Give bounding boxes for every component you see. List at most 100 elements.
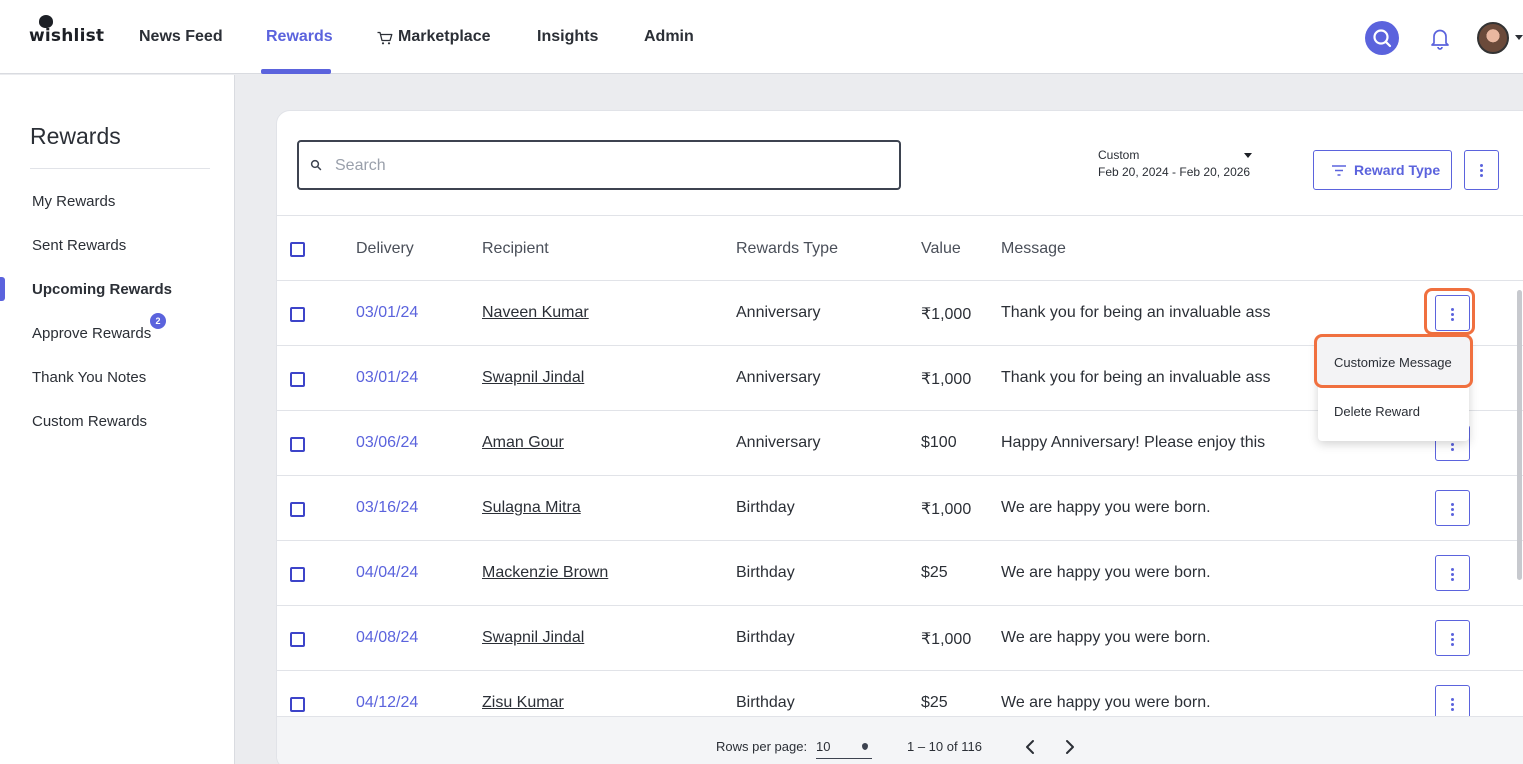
recipient-link[interactable]: Zisu Kumar xyxy=(482,694,564,712)
row-checkbox[interactable] xyxy=(290,307,305,322)
value-cell: ₹1,000 xyxy=(921,371,972,388)
delivery-date[interactable]: 04/08/24 xyxy=(356,629,418,647)
chevron-left-icon[interactable] xyxy=(1018,735,1042,759)
table-row[interactable]: 04/04/24 Mackenzie Brown Birthday $25 We… xyxy=(277,541,1523,606)
more-vert-icon xyxy=(1480,164,1483,167)
value-cell: ₹1,000 xyxy=(921,501,972,518)
nav-news-feed[interactable]: News Feed xyxy=(139,0,223,74)
row-actions-highlight xyxy=(1424,288,1475,335)
sidebar-active-indicator xyxy=(0,277,5,301)
select-caret-icon xyxy=(862,743,868,750)
menu-item-delete-reward[interactable]: Delete Reward xyxy=(1334,404,1420,419)
row-checkbox[interactable] xyxy=(290,372,305,387)
bell-icon[interactable] xyxy=(1429,26,1451,50)
date-filter-range[interactable]: Feb 20, 2024 - Feb 20, 2026 xyxy=(1098,165,1250,179)
delivery-date[interactable]: 03/16/24 xyxy=(356,499,418,517)
nav-active-indicator xyxy=(261,69,331,74)
column-header-rewards-type[interactable]: Rewards Type xyxy=(736,240,838,258)
column-header-delivery[interactable]: Delivery xyxy=(356,240,414,258)
search-input[interactable] xyxy=(335,154,875,178)
recipient-link[interactable]: Swapnil Jindal xyxy=(482,369,584,387)
row-checkbox[interactable] xyxy=(290,437,305,452)
message-cell: We are happy you were born. xyxy=(1001,694,1211,711)
recipient-link[interactable]: Sulagna Mitra xyxy=(482,499,581,517)
table-row[interactable]: 04/08/24 Swapnil Jindal Birthday ₹1,000 … xyxy=(277,606,1523,671)
reward-type-cell: Birthday xyxy=(736,564,795,581)
sidebar: Rewards My Rewards Sent Rewards Upcoming… xyxy=(0,75,235,764)
nav-admin[interactable]: Admin xyxy=(644,0,694,74)
more-vert-icon-dot xyxy=(1480,169,1483,172)
sidebar-item-thank-you-notes[interactable]: Thank You Notes xyxy=(32,369,146,386)
delivery-date[interactable]: 04/04/24 xyxy=(356,564,418,582)
page-range-info: 1 – 10 of 116 xyxy=(907,739,982,754)
sidebar-item-sent-rewards[interactable]: Sent Rewards xyxy=(32,237,126,254)
date-filter-label[interactable]: Custom xyxy=(1098,148,1139,162)
select-all-checkbox[interactable] xyxy=(290,242,305,257)
menu-item-customize-message[interactable]: Customize Message xyxy=(1314,334,1473,388)
reward-type-cell: Birthday xyxy=(736,499,795,516)
reward-type-cell: Anniversary xyxy=(736,304,821,321)
column-header-recipient[interactable]: Recipient xyxy=(482,240,549,258)
table-row[interactable]: 03/16/24 Sulagna Mitra Birthday ₹1,000 W… xyxy=(277,476,1523,541)
value-cell: $100 xyxy=(921,434,957,451)
row-actions-button[interactable] xyxy=(1435,555,1470,591)
table-pagination: Rows per page: 10 1 – 10 of 116 xyxy=(277,716,1523,764)
logo-text: wishlist xyxy=(29,26,105,46)
value-cell: ₹1,000 xyxy=(921,631,972,648)
rows-per-page-label: Rows per page: xyxy=(716,739,808,754)
message-cell: We are happy you were born. xyxy=(1001,564,1211,581)
row-checkbox[interactable] xyxy=(290,502,305,517)
search-icon xyxy=(1373,29,1392,48)
chevron-right-icon[interactable] xyxy=(1058,735,1082,759)
delivery-date[interactable]: 03/06/24 xyxy=(356,434,418,452)
more-vert-icon xyxy=(1451,503,1454,506)
scrollbar[interactable] xyxy=(1517,290,1522,580)
delivery-date[interactable]: 03/01/24 xyxy=(356,369,418,387)
chevron-down-icon[interactable] xyxy=(1515,35,1523,40)
more-options-button[interactable] xyxy=(1464,150,1499,190)
search-field[interactable] xyxy=(297,140,901,190)
avatar[interactable] xyxy=(1477,22,1509,54)
value-cell: ₹1,000 xyxy=(921,306,972,323)
recipient-link[interactable]: Naveen Kumar xyxy=(482,304,589,322)
column-header-message[interactable]: Message xyxy=(1001,240,1066,258)
row-actions-button[interactable] xyxy=(1435,490,1470,526)
row-actions-button[interactable] xyxy=(1435,620,1470,656)
cart-icon xyxy=(377,31,393,45)
recipient-link[interactable]: Aman Gour xyxy=(482,434,564,452)
row-checkbox[interactable] xyxy=(290,632,305,647)
menu-item-label: Customize Message xyxy=(1334,355,1452,370)
wishlist-logo[interactable]: wishlist xyxy=(29,14,104,48)
delivery-date[interactable]: 04/12/24 xyxy=(356,694,418,712)
sidebar-title: Rewards xyxy=(30,123,121,149)
more-vert-icon xyxy=(1451,633,1454,636)
sidebar-item-upcoming-rewards[interactable]: Upcoming Rewards xyxy=(32,281,172,298)
sidebar-item-custom-rewards[interactable]: Custom Rewards xyxy=(32,413,147,430)
nav-marketplace[interactable]: Marketplace xyxy=(398,0,491,74)
delivery-date[interactable]: 03/01/24 xyxy=(356,304,418,322)
sidebar-item-my-rewards[interactable]: My Rewards xyxy=(32,193,115,210)
more-vert-icon-dot xyxy=(1451,513,1454,516)
row-checkbox[interactable] xyxy=(290,567,305,582)
more-vert-icon-dot xyxy=(1451,578,1454,581)
date-dropdown-caret-icon[interactable] xyxy=(1244,153,1252,158)
nav-rewards[interactable]: Rewards xyxy=(266,0,333,74)
recipient-link[interactable]: Mackenzie Brown xyxy=(482,564,608,582)
rows-per-page-select[interactable]: 10 xyxy=(816,735,872,759)
filter-icon xyxy=(1332,165,1346,176)
reward-type-cell: Birthday xyxy=(736,694,795,711)
more-vert-icon-dot xyxy=(1451,443,1454,446)
row-checkbox[interactable] xyxy=(290,697,305,712)
nav-insights[interactable]: Insights xyxy=(537,0,598,74)
recipient-link[interactable]: Swapnil Jindal xyxy=(482,629,584,647)
global-search-button[interactable] xyxy=(1365,21,1399,55)
more-vert-icon-dot xyxy=(1451,643,1454,646)
reward-type-button[interactable]: Reward Type xyxy=(1313,150,1452,190)
column-header-value[interactable]: Value xyxy=(921,240,961,258)
sidebar-item-approve-rewards[interactable]: Approve Rewards xyxy=(32,325,151,342)
reward-type-cell: Anniversary xyxy=(736,434,821,451)
more-vert-icon-dot xyxy=(1451,573,1454,576)
more-vert-icon-dot xyxy=(1451,448,1454,451)
table-header: Delivery Recipient Rewards Type Value Me… xyxy=(277,215,1523,281)
message-cell: Happy Anniversary! Please enjoy this xyxy=(1001,434,1266,451)
